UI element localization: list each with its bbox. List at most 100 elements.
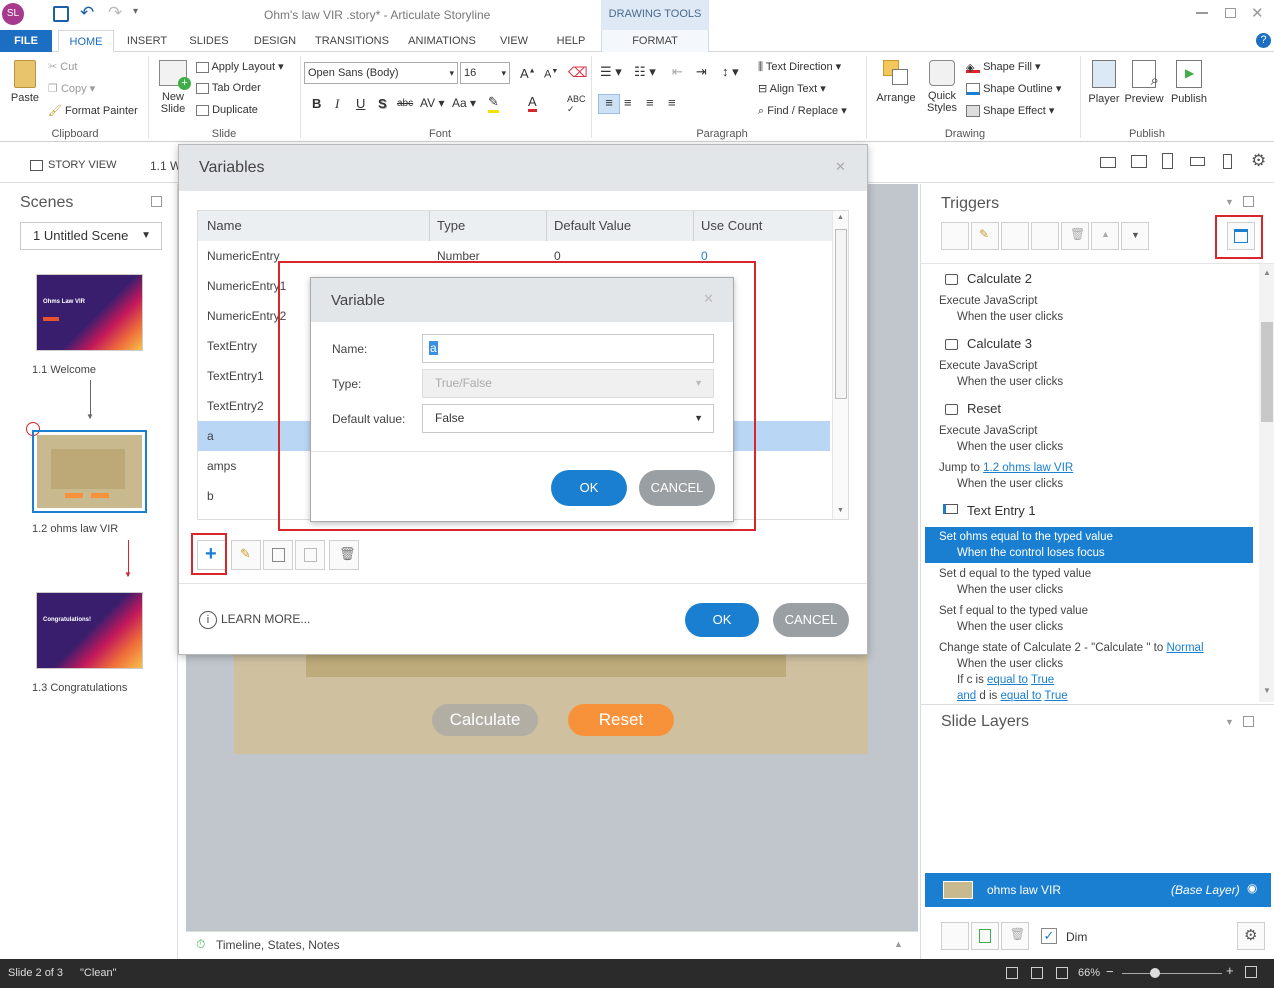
align-text-button[interactable]: ⊟ Align Text ▾: [758, 82, 826, 95]
decrease-indent-icon[interactable]: ⇤: [672, 64, 683, 80]
shape-fill-button[interactable]: ◈ Shape Fill ▾: [966, 60, 1041, 74]
strikethrough-button[interactable]: abc: [397, 98, 413, 109]
trigger-event[interactable]: When the user clicks: [957, 584, 1063, 596]
phone-portrait-icon[interactable]: [1223, 154, 1232, 169]
scene-select[interactable]: 1 Untitled Scene ▼: [20, 222, 162, 250]
clear-format-icon[interactable]: ⌫: [568, 64, 588, 81]
edit-trigger-icon[interactable]: ✎: [971, 222, 999, 250]
tablet-landscape-icon[interactable]: [1131, 155, 1147, 168]
trigger-event[interactable]: When the user clicks: [957, 658, 1063, 670]
tab-file[interactable]: FILE: [0, 30, 52, 52]
justify-button[interactable]: ≡: [668, 95, 676, 110]
panel-float-icon[interactable]: [151, 196, 162, 207]
tab-format[interactable]: FORMAT: [601, 30, 709, 52]
align-right-button[interactable]: ≡: [646, 95, 654, 110]
trigger-event[interactable]: When the user clicks: [957, 441, 1063, 453]
align-left-button[interactable]: ≡: [598, 94, 620, 114]
bullets-icon[interactable]: ☰ ▾: [600, 64, 622, 80]
scroll-thumb[interactable]: [1261, 322, 1273, 422]
trigger-action[interactable]: Set f equal to the typed value: [939, 605, 1088, 617]
help-icon[interactable]: ?: [1256, 33, 1271, 48]
tab-order-button[interactable]: Tab Order: [196, 82, 261, 94]
timeline-bar[interactable]: ⏱ Timeline, States, Notes ▲: [186, 931, 918, 959]
panel-float-icon[interactable]: [1243, 196, 1254, 207]
tab-insert[interactable]: INSERT: [120, 30, 174, 52]
trigger-action[interactable]: Execute JavaScript: [939, 295, 1037, 307]
align-center-button[interactable]: ≡: [624, 95, 632, 110]
phone-landscape-icon[interactable]: [1190, 157, 1205, 166]
desktop-view-icon[interactable]: [1100, 157, 1116, 168]
minimize-icon[interactable]: [1196, 12, 1208, 14]
character-spacing-icon[interactable]: AV ▾: [420, 96, 444, 110]
line-spacing-icon[interactable]: ↕ ▾: [722, 64, 739, 80]
trigger-condition[interactable]: If c is equal to True: [957, 674, 1054, 686]
italic-button[interactable]: I: [335, 96, 339, 112]
gear-icon[interactable]: ⚙: [1251, 151, 1266, 171]
scroll-thumb[interactable]: [835, 229, 847, 399]
move-down-icon[interactable]: ▼: [1121, 222, 1149, 250]
change-case-icon[interactable]: Aa ▾: [452, 96, 476, 110]
calculate-button[interactable]: Calculate: [432, 704, 538, 736]
scroll-down-icon[interactable]: ▼: [1263, 686, 1271, 695]
layer-settings-gear-icon[interactable]: ⚙: [1237, 922, 1265, 950]
new-trigger-icon[interactable]: [941, 222, 969, 250]
copy-button[interactable]: ❐ Copy ▾: [48, 82, 95, 95]
story-view-tab[interactable]: STORY VIEW: [30, 159, 116, 171]
slide-thumbnail-ohms-law-vir[interactable]: [32, 430, 147, 513]
increase-indent-icon[interactable]: ⇥: [696, 64, 707, 80]
normal-view-icon[interactable]: [1031, 967, 1043, 979]
slide-thumbnail-welcome[interactable]: Ohms Law VIR: [36, 274, 143, 351]
delete-variable-icon[interactable]: 🗑: [329, 540, 359, 570]
default-value-select[interactable]: False ▼: [422, 404, 714, 433]
tab-home[interactable]: HOME: [58, 30, 114, 52]
scroll-down-icon[interactable]: ▼: [837, 507, 844, 514]
paste-button[interactable]: Paste: [8, 60, 42, 104]
learn-more-link[interactable]: i LEARN MORE...: [199, 611, 310, 629]
tab-transitions[interactable]: TRANSITIONS: [312, 30, 392, 52]
trigger-event[interactable]: When the user clicks: [957, 311, 1063, 323]
arrange-button[interactable]: Arrange: [874, 60, 918, 104]
trigger-event[interactable]: When the user clicks: [957, 478, 1063, 490]
quick-styles-button[interactable]: Quick Styles: [922, 60, 962, 114]
name-input[interactable]: a: [422, 334, 714, 363]
paste-variable-icon[interactable]: [295, 540, 325, 570]
close-icon[interactable]: ✕: [703, 291, 714, 307]
trigger-link[interactable]: Normal: [1166, 642, 1203, 654]
restore-icon[interactable]: [1225, 8, 1236, 18]
find-replace-button[interactable]: ⌕ Find / Replace ▾: [758, 104, 847, 118]
duplicate-layer-icon[interactable]: [971, 922, 999, 950]
close-icon[interactable]: ✕: [835, 159, 846, 175]
close-icon[interactable]: ✕: [1251, 4, 1264, 22]
zoom-slider-thumb[interactable]: [1150, 968, 1160, 978]
numbering-icon[interactable]: ☷ ▾: [634, 64, 656, 80]
expand-icon[interactable]: ▲: [894, 939, 903, 949]
text-direction-button[interactable]: ⫼ Text Direction ▾: [758, 60, 841, 74]
redo-icon[interactable]: ↷: [108, 3, 122, 23]
trigger-action[interactable]: Execute JavaScript: [939, 360, 1037, 372]
fit-window-icon[interactable]: [1245, 966, 1257, 978]
shape-effect-button[interactable]: Shape Effect ▾: [966, 104, 1054, 118]
shape-outline-button[interactable]: Shape Outline ▾: [966, 82, 1061, 96]
tab-view[interactable]: VIEW: [492, 30, 536, 52]
cancel-button[interactable]: CANCEL: [639, 470, 715, 506]
delete-trigger-icon[interactable]: 🗑: [1061, 222, 1089, 250]
trigger-action[interactable]: Jump to 1.2 ohms law VIR: [939, 462, 1073, 474]
trigger-action[interactable]: Set d equal to the typed value: [939, 568, 1091, 580]
duplicate-button[interactable]: Duplicate: [196, 104, 258, 116]
cancel-button[interactable]: CANCEL: [773, 603, 849, 637]
slide-tab[interactable]: 1.1 W: [150, 159, 181, 173]
spell-check-icon[interactable]: ABC ✓: [567, 94, 586, 115]
preview-button[interactable]: ⌕ Preview: [1124, 60, 1164, 105]
tab-design[interactable]: DESIGN: [248, 30, 302, 52]
scroll-up-icon[interactable]: ▲: [837, 214, 844, 221]
trigger-event[interactable]: When the user clicks: [957, 621, 1063, 633]
quick-access-dropdown-icon[interactable]: ▾: [133, 6, 138, 17]
cut-button[interactable]: ✂ Cut: [48, 60, 77, 73]
save-icon[interactable]: [53, 6, 69, 22]
ok-button[interactable]: OK: [551, 470, 627, 506]
zoom-slider[interactable]: [1122, 968, 1222, 978]
grid-view-icon[interactable]: [1006, 967, 1018, 979]
tablet-portrait-icon[interactable]: [1162, 153, 1173, 169]
fit-view-icon[interactable]: [1056, 967, 1068, 979]
highlight-icon[interactable]: ✎: [488, 94, 499, 113]
